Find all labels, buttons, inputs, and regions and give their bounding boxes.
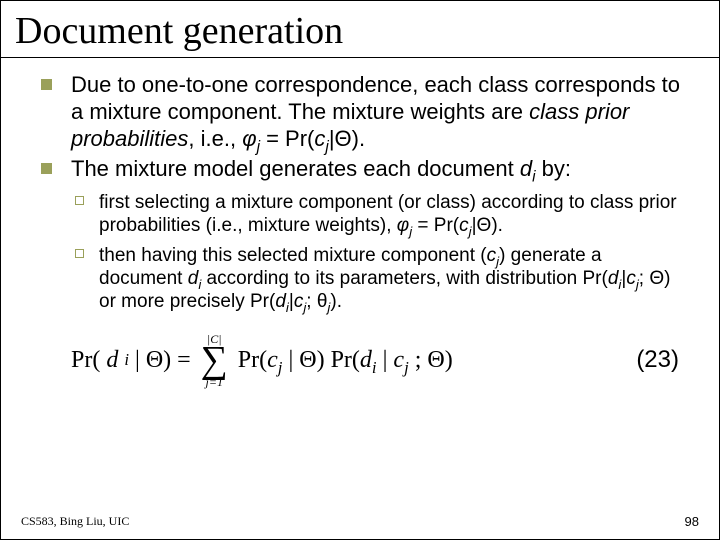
text: |	[377, 347, 394, 373]
var-c: c	[626, 268, 636, 289]
sub-bullet-2: then having this selected mixture compon…	[71, 244, 689, 314]
text: , i.e.,	[188, 126, 242, 151]
page-number: 98	[685, 514, 699, 529]
text: |Θ).	[329, 126, 365, 151]
text: = Pr(	[412, 215, 459, 236]
bullet-1: Due to one-to-one correspondence, each c…	[41, 72, 689, 152]
text: The mixture model generates each documen…	[71, 156, 520, 181]
sub-bullet-1: first selecting a mixture component (or …	[71, 191, 689, 237]
equation: Pr(di | Θ) = |C| ∑ j=1 Pr(cj | Θ) Pr(di …	[71, 333, 453, 387]
slide: Document generation Due to one-to-one co…	[0, 0, 720, 540]
text: then having this selected mixture compon…	[99, 245, 487, 266]
slide-title: Document generation	[1, 1, 719, 58]
text: = Pr(	[260, 126, 314, 151]
sum-lower: j=1	[206, 376, 223, 388]
text: Pr(	[71, 347, 100, 374]
bullet-list: Due to one-to-one correspondence, each c…	[41, 72, 689, 313]
var-c: c	[459, 215, 469, 236]
text: by:	[535, 156, 570, 181]
text: | Θ) Pr(	[282, 347, 359, 373]
slide-body: Due to one-to-one correspondence, each c…	[1, 58, 719, 313]
var-c: c	[314, 126, 325, 151]
equation-row: Pr(di | Θ) = |C| ∑ j=1 Pr(cj | Θ) Pr(di …	[1, 333, 719, 387]
var-d: d	[360, 347, 372, 373]
equation-label: (23)	[636, 346, 679, 374]
text: ).	[330, 291, 342, 312]
text: |Θ).	[472, 215, 503, 236]
var-d: d	[188, 268, 199, 289]
var-c: c	[487, 245, 497, 266]
text: first selecting a mixture component (or …	[99, 192, 677, 236]
text: ; Θ)	[409, 347, 453, 373]
sigma-symbol: ∑	[201, 345, 228, 375]
var-c: c	[393, 347, 404, 373]
var-d: d	[520, 156, 532, 181]
footer-left: CS583, Bing Liu, UIC	[21, 514, 129, 529]
text: Pr(	[238, 347, 267, 373]
text: ; θ	[306, 291, 327, 312]
var-d: d	[275, 291, 286, 312]
text: | Θ) =	[135, 347, 191, 374]
var-d: d	[608, 268, 619, 289]
var-c: c	[294, 291, 304, 312]
summation-icon: |C| ∑ j=1	[201, 333, 228, 387]
var-d: d	[106, 347, 118, 374]
phi-symbol: φ	[242, 126, 256, 151]
bullet-2: The mixture model generates each documen…	[41, 156, 689, 313]
phi-symbol: φ	[397, 215, 409, 236]
sub-list: first selecting a mixture component (or …	[71, 191, 689, 313]
text: according to its parameters, with distri…	[201, 268, 608, 289]
var-c: c	[267, 347, 278, 373]
